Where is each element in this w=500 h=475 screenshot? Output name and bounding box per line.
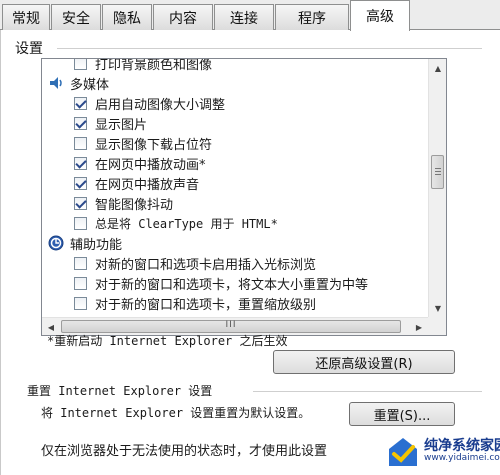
watermark-title: 纯净系统家园 bbox=[424, 437, 500, 454]
scroll-down-icon[interactable]: ▼ bbox=[429, 299, 446, 317]
setting-smart-dithering[interactable]: 智能图像抖动 bbox=[42, 193, 428, 213]
setting-reset-text-size[interactable]: 对于新的窗口和选项卡，将文本大小重置为中等 bbox=[42, 273, 428, 293]
advanced-panel: 设置 打印背景颜色和图像 多媒体 启用自动图像大小调整 显示图片 显示图像下载占… bbox=[0, 30, 500, 475]
tab-security[interactable]: 安全 bbox=[51, 4, 101, 30]
setting-caret-browsing[interactable]: 对新的窗口和选项卡启用插入光标浏览 bbox=[42, 253, 428, 273]
scroll-grip: III bbox=[225, 320, 237, 330]
tab-programs[interactable]: 程序 bbox=[275, 4, 349, 30]
scroll-corner bbox=[428, 317, 446, 335]
category-multimedia: 多媒体 bbox=[42, 73, 428, 93]
scroll-right-icon[interactable]: ▶ bbox=[410, 318, 428, 335]
settings-list: 打印背景颜色和图像 多媒体 启用自动图像大小调整 显示图片 显示图像下载占位符 … bbox=[42, 59, 428, 317]
setting-image-placeholder[interactable]: 显示图像下载占位符 bbox=[42, 133, 428, 153]
checkbox[interactable] bbox=[74, 96, 87, 110]
setting-play-animations[interactable]: 在网页中播放动画* bbox=[42, 153, 428, 173]
setting-play-sounds[interactable]: 在网页中播放声音 bbox=[42, 173, 428, 193]
restore-advanced-button[interactable]: 还原高级设置(R) bbox=[273, 350, 455, 374]
setting-print-background[interactable]: 打印背景颜色和图像 bbox=[42, 59, 428, 73]
settings-group-title: 设置 bbox=[15, 41, 43, 57]
checkbox[interactable] bbox=[74, 59, 87, 70]
reset-footer-text: 仅在浏览器处于无法使用的状态时，才使用此设置 bbox=[41, 444, 328, 459]
checkbox[interactable] bbox=[74, 256, 87, 270]
group-divider bbox=[57, 48, 482, 49]
category-accessibility: 辅助功能 bbox=[42, 233, 428, 253]
checkbox[interactable] bbox=[74, 136, 87, 150]
watermark-url: www.yidaimei.com bbox=[424, 453, 500, 464]
restart-note: *重新启动 Internet Explorer 之后生效 bbox=[47, 334, 288, 348]
checkbox[interactable] bbox=[74, 276, 87, 290]
reset-divider bbox=[253, 391, 482, 392]
accessibility-icon bbox=[48, 235, 64, 251]
tab-general[interactable]: 常规 bbox=[2, 4, 50, 30]
setting-cleartype-html[interactable]: 总是将 ClearType 用于 HTML* bbox=[42, 213, 428, 233]
watermark: 纯净系统家园 www.yidaimei.com bbox=[384, 428, 500, 475]
tab-strip: 常规 安全 隐私 内容 连接 程序 高级 bbox=[0, 0, 500, 31]
checkbox[interactable] bbox=[74, 196, 87, 210]
checkbox[interactable] bbox=[74, 116, 87, 130]
multimedia-icon bbox=[48, 75, 64, 91]
setting-auto-image-resize[interactable]: 启用自动图像大小调整 bbox=[42, 93, 428, 113]
vertical-scroll-thumb[interactable] bbox=[431, 155, 444, 189]
tab-privacy[interactable]: 隐私 bbox=[102, 4, 152, 30]
reset-section-title: 重置 Internet Explorer 设置 bbox=[27, 384, 213, 398]
setting-show-pictures[interactable]: 显示图片 bbox=[42, 113, 428, 133]
checkbox[interactable] bbox=[74, 176, 87, 190]
settings-tree[interactable]: 打印背景颜色和图像 多媒体 启用自动图像大小调整 显示图片 显示图像下载占位符 … bbox=[41, 58, 447, 336]
watermark-logo-icon bbox=[389, 437, 417, 466]
setting-reset-zoom[interactable]: 对于新的窗口和选项卡，重置缩放级别 bbox=[42, 293, 428, 313]
checkbox[interactable] bbox=[74, 156, 87, 170]
tab-advanced[interactable]: 高级 bbox=[350, 0, 410, 31]
reset-description: 将 Internet Explorer 设置重置为默认设置。 bbox=[41, 406, 311, 420]
tab-connections[interactable]: 连接 bbox=[214, 4, 274, 30]
tab-content[interactable]: 内容 bbox=[153, 4, 213, 30]
reset-button[interactable]: 重置(S)... bbox=[349, 402, 455, 426]
checkbox[interactable] bbox=[74, 216, 87, 230]
checkbox[interactable] bbox=[74, 296, 87, 310]
vertical-scrollbar[interactable]: ▲ ▼ bbox=[428, 59, 446, 317]
scroll-up-icon[interactable]: ▲ bbox=[429, 59, 446, 77]
